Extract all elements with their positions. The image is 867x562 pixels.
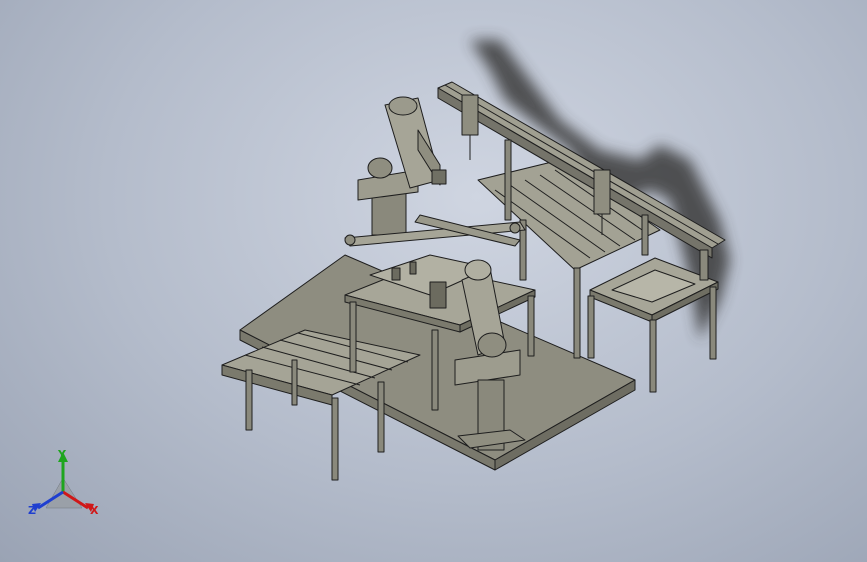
assembly-model[interactable] (0, 0, 867, 562)
axis-label-x: X (90, 504, 99, 517)
orientation-triad[interactable]: Y X Z (20, 448, 110, 528)
cad-3d-viewport[interactable]: Y X Z (0, 0, 867, 562)
axis-label-y: Y (58, 448, 66, 461)
robot-arm-top[interactable] (357, 96, 447, 236)
axis-label-z: Z (28, 504, 36, 517)
